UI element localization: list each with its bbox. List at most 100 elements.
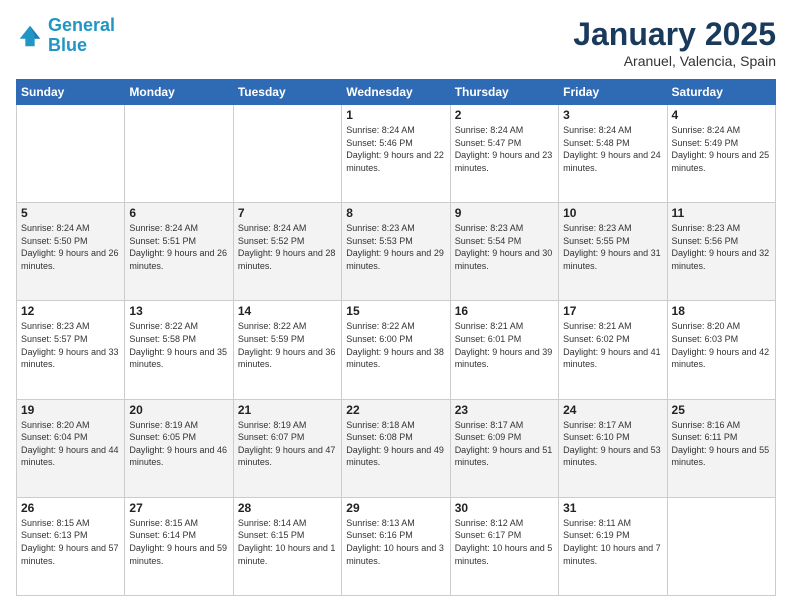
day-number: 7 (238, 206, 337, 220)
table-row: 16 Sunrise: 8:21 AM Sunset: 6:01 PM Dayli… (450, 301, 558, 399)
table-row (667, 497, 775, 595)
day-number: 10 (563, 206, 662, 220)
calendar-week-4: 26 Sunrise: 8:15 AM Sunset: 6:13 PM Dayli… (17, 497, 776, 595)
table-row: 28Sunrise: 8:14 AM Sunset: 6:15 PM Dayli… (233, 497, 341, 595)
day-info: Sunrise: 8:19 AM Sunset: 6:05 PM Dayligh… (129, 419, 228, 469)
table-row: 11Sunrise: 8:23 AM Sunset: 5:56 PM Dayli… (667, 203, 775, 301)
day-info: Sunrise: 8:17 AM Sunset: 6:09 PM Dayligh… (455, 419, 554, 469)
table-row: 7Sunrise: 8:24 AM Sunset: 5:52 PM Daylig… (233, 203, 341, 301)
header-sunday: Sunday (17, 80, 125, 105)
logo: General Blue (16, 16, 115, 56)
day-info: Sunrise: 8:22 AM Sunset: 5:59 PM Dayligh… (238, 320, 337, 370)
day-info: Sunrise: 8:24 AM Sunset: 5:47 PM Dayligh… (455, 124, 554, 174)
day-info: Sunrise: 8:24 AM Sunset: 5:48 PM Dayligh… (563, 124, 662, 174)
table-row: 3 Sunrise: 8:24 AM Sunset: 5:48 PM Daylig… (559, 105, 667, 203)
table-row: 8 Sunrise: 8:23 AM Sunset: 5:53 PM Daylig… (342, 203, 450, 301)
table-row: 20 Sunrise: 8:19 AM Sunset: 6:05 PM Dayli… (125, 399, 233, 497)
day-number: 17 (563, 304, 662, 318)
logo-icon (16, 22, 44, 50)
day-number: 12 (21, 304, 120, 318)
day-info: Sunrise: 8:15 AM Sunset: 6:13 PM Dayligh… (21, 517, 120, 567)
table-row: 13 Sunrise: 8:22 AM Sunset: 5:58 PM Dayli… (125, 301, 233, 399)
day-number: 6 (129, 206, 228, 220)
day-number: 20 (129, 403, 228, 417)
day-number: 27 (129, 501, 228, 515)
table-row: 29 Sunrise: 8:13 AM Sunset: 6:16 PM Dayli… (342, 497, 450, 595)
table-row: 9Sunrise: 8:23 AM Sunset: 5:54 PM Daylig… (450, 203, 558, 301)
day-number: 4 (672, 108, 771, 122)
table-row: 4 Sunrise: 8:24 AM Sunset: 5:49 PM Daylig… (667, 105, 775, 203)
day-info: Sunrise: 8:19 AM Sunset: 6:07 PM Dayligh… (238, 419, 337, 469)
header-monday: Monday (125, 80, 233, 105)
day-number: 13 (129, 304, 228, 318)
table-row: 12Sunrise: 8:23 AM Sunset: 5:57 PM Dayli… (17, 301, 125, 399)
day-info: Sunrise: 8:15 AM Sunset: 6:14 PM Dayligh… (129, 517, 228, 567)
day-info: Sunrise: 8:24 AM Sunset: 5:50 PM Dayligh… (21, 222, 120, 272)
day-info: Sunrise: 8:22 AM Sunset: 5:58 PM Dayligh… (129, 320, 228, 370)
day-info: Sunrise: 8:17 AM Sunset: 6:10 PM Dayligh… (563, 419, 662, 469)
day-number: 18 (672, 304, 771, 318)
day-number: 31 (563, 501, 662, 515)
table-row: 1Sunrise: 8:24 AM Sunset: 5:46 PM Daylig… (342, 105, 450, 203)
table-row: 30Sunrise: 8:12 AM Sunset: 6:17 PM Dayli… (450, 497, 558, 595)
table-row: 21 Sunrise: 8:19 AM Sunset: 6:07 PM Dayli… (233, 399, 341, 497)
day-info: Sunrise: 8:18 AM Sunset: 6:08 PM Dayligh… (346, 419, 445, 469)
table-row: 5 Sunrise: 8:24 AM Sunset: 5:50 PM Daylig… (17, 203, 125, 301)
day-number: 8 (346, 206, 445, 220)
table-row: 10 Sunrise: 8:23 AM Sunset: 5:55 PM Dayli… (559, 203, 667, 301)
table-row: 17 Sunrise: 8:21 AM Sunset: 6:02 PM Dayli… (559, 301, 667, 399)
calendar-week-2: 12Sunrise: 8:23 AM Sunset: 5:57 PM Dayli… (17, 301, 776, 399)
table-row: 6Sunrise: 8:24 AM Sunset: 5:51 PM Daylig… (125, 203, 233, 301)
title-block: January 2025 Aranuel, Valencia, Spain (573, 16, 776, 69)
table-row: 22 Sunrise: 8:18 AM Sunset: 6:08 PM Dayli… (342, 399, 450, 497)
day-info: Sunrise: 8:16 AM Sunset: 6:11 PM Dayligh… (672, 419, 771, 469)
day-info: Sunrise: 8:22 AM Sunset: 6:00 PM Dayligh… (346, 320, 445, 370)
day-info: Sunrise: 8:20 AM Sunset: 6:04 PM Dayligh… (21, 419, 120, 469)
logo-text: General Blue (48, 16, 115, 56)
table-row: 19 Sunrise: 8:20 AM Sunset: 6:04 PM Dayli… (17, 399, 125, 497)
table-row: 31Sunrise: 8:11 AM Sunset: 6:19 PM Dayli… (559, 497, 667, 595)
day-number: 21 (238, 403, 337, 417)
day-number: 24 (563, 403, 662, 417)
day-number: 14 (238, 304, 337, 318)
month-title: January 2025 (573, 16, 776, 53)
day-number: 25 (672, 403, 771, 417)
day-number: 3 (563, 108, 662, 122)
day-info: Sunrise: 8:13 AM Sunset: 6:16 PM Dayligh… (346, 517, 445, 567)
day-number: 16 (455, 304, 554, 318)
header: General Blue January 2025 Aranuel, Valen… (16, 16, 776, 69)
header-friday: Friday (559, 80, 667, 105)
table-row: 25 Sunrise: 8:16 AM Sunset: 6:11 PM Dayli… (667, 399, 775, 497)
location: Aranuel, Valencia, Spain (573, 53, 776, 69)
day-info: Sunrise: 8:21 AM Sunset: 6:01 PM Dayligh… (455, 320, 554, 370)
table-row: 18 Sunrise: 8:20 AM Sunset: 6:03 PM Dayli… (667, 301, 775, 399)
day-number: 22 (346, 403, 445, 417)
table-row: 26 Sunrise: 8:15 AM Sunset: 6:13 PM Dayli… (17, 497, 125, 595)
day-number: 23 (455, 403, 554, 417)
day-number: 9 (455, 206, 554, 220)
table-row (233, 105, 341, 203)
table-row: 15 Sunrise: 8:22 AM Sunset: 6:00 PM Dayli… (342, 301, 450, 399)
day-info: Sunrise: 8:24 AM Sunset: 5:46 PM Dayligh… (346, 124, 445, 174)
day-info: Sunrise: 8:23 AM Sunset: 5:53 PM Dayligh… (346, 222, 445, 272)
day-number: 19 (21, 403, 120, 417)
day-info: Sunrise: 8:23 AM Sunset: 5:56 PM Dayligh… (672, 222, 771, 272)
day-info: Sunrise: 8:23 AM Sunset: 5:55 PM Dayligh… (563, 222, 662, 272)
table-row: 2 Sunrise: 8:24 AM Sunset: 5:47 PM Daylig… (450, 105, 558, 203)
day-info: Sunrise: 8:20 AM Sunset: 6:03 PM Dayligh… (672, 320, 771, 370)
page: General Blue January 2025 Aranuel, Valen… (0, 0, 792, 612)
header-thursday: Thursday (450, 80, 558, 105)
day-number: 15 (346, 304, 445, 318)
day-number: 29 (346, 501, 445, 515)
table-row: 14 Sunrise: 8:22 AM Sunset: 5:59 PM Dayli… (233, 301, 341, 399)
calendar-week-3: 19 Sunrise: 8:20 AM Sunset: 6:04 PM Dayli… (17, 399, 776, 497)
day-number: 5 (21, 206, 120, 220)
table-row: 24 Sunrise: 8:17 AM Sunset: 6:10 PM Dayli… (559, 399, 667, 497)
day-info: Sunrise: 8:21 AM Sunset: 6:02 PM Dayligh… (563, 320, 662, 370)
day-number: 2 (455, 108, 554, 122)
day-number: 26 (21, 501, 120, 515)
calendar-week-0: 1Sunrise: 8:24 AM Sunset: 5:46 PM Daylig… (17, 105, 776, 203)
day-number: 28 (238, 501, 337, 515)
table-row (125, 105, 233, 203)
day-info: Sunrise: 8:24 AM Sunset: 5:49 PM Dayligh… (672, 124, 771, 174)
